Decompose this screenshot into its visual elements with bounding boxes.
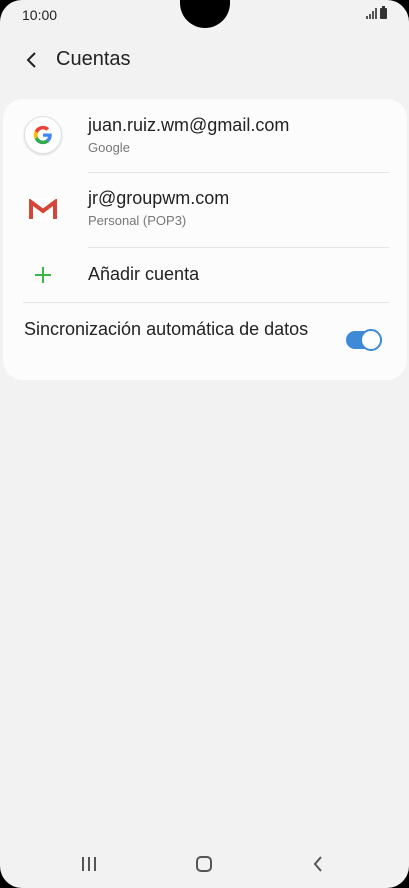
nav-back-button[interactable] <box>303 852 333 876</box>
recents-icon <box>82 857 96 871</box>
camera-notch <box>180 0 230 28</box>
gmail-icon <box>23 190 63 230</box>
add-account-button[interactable]: Añadir cuenta <box>3 248 407 302</box>
google-icon <box>23 115 63 155</box>
battery-icon <box>380 6 387 19</box>
add-account-label: Añadir cuenta <box>88 264 200 284</box>
account-item-google[interactable]: juan.ruiz.wm@gmail.com Google <box>3 99 407 171</box>
recents-button[interactable] <box>74 852 104 876</box>
account-email: jr@groupwm.com <box>88 188 230 208</box>
back-icon <box>313 856 322 872</box>
status-icons <box>366 6 387 19</box>
screen: 10:00 Cuentas juan.ruiz.wm@gmail.com Goo… <box>0 0 409 888</box>
back-button[interactable] <box>18 46 46 74</box>
account-type: Google <box>88 140 130 155</box>
app-header: Cuentas <box>0 40 409 80</box>
divider <box>23 302 389 303</box>
account-type: Personal (POP3) <box>88 213 187 228</box>
status-time: 10:00 <box>22 7 58 23</box>
account-email: juan.ruiz.wm@gmail.com <box>88 115 290 135</box>
status-bar: 10:00 <box>0 0 409 30</box>
toggle-knob <box>360 329 382 351</box>
account-item-pop3[interactable]: jr@groupwm.com Personal (POP3) <box>3 173 407 247</box>
signal-icon <box>366 8 377 19</box>
navigation-bar <box>0 840 409 888</box>
auto-sync-toggle[interactable] <box>346 329 382 351</box>
plus-icon <box>23 255 63 295</box>
chevron-left-icon <box>26 52 36 68</box>
page-title: Cuentas <box>56 48 131 70</box>
home-icon <box>196 856 212 872</box>
auto-sync-label: Sincronización automática de datos <box>24 319 309 339</box>
home-button[interactable] <box>189 852 219 876</box>
accounts-card: juan.ruiz.wm@gmail.com Google jr@groupwm… <box>3 99 407 380</box>
